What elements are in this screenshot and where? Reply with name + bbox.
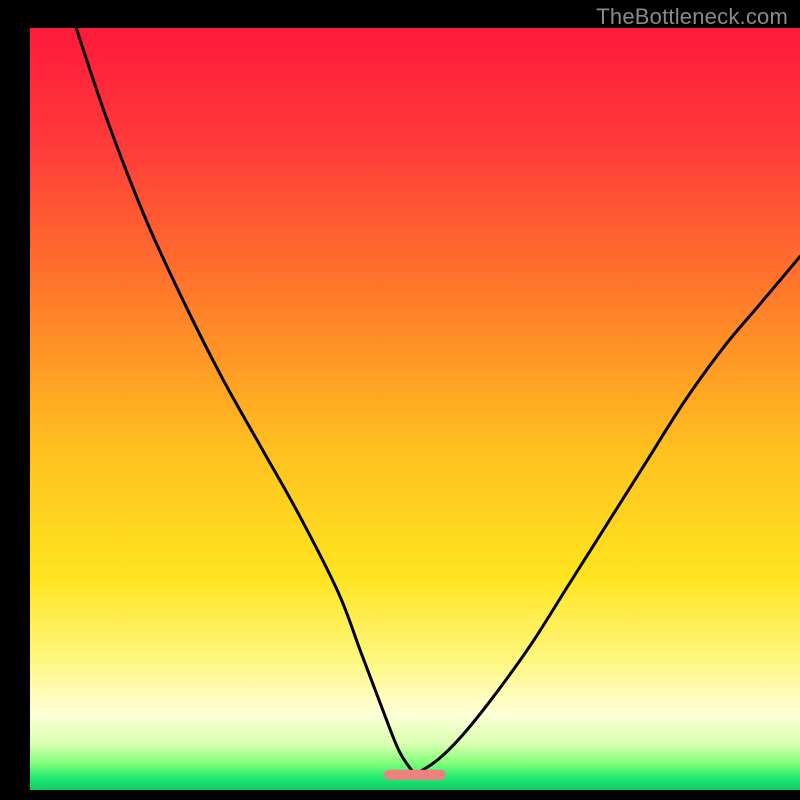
plot-background bbox=[30, 28, 800, 790]
watermark-text: TheBottleneck.com bbox=[596, 4, 788, 30]
valley-marker bbox=[384, 770, 446, 780]
chart-frame: TheBottleneck.com bbox=[0, 0, 800, 800]
bottleneck-plot bbox=[0, 0, 800, 800]
